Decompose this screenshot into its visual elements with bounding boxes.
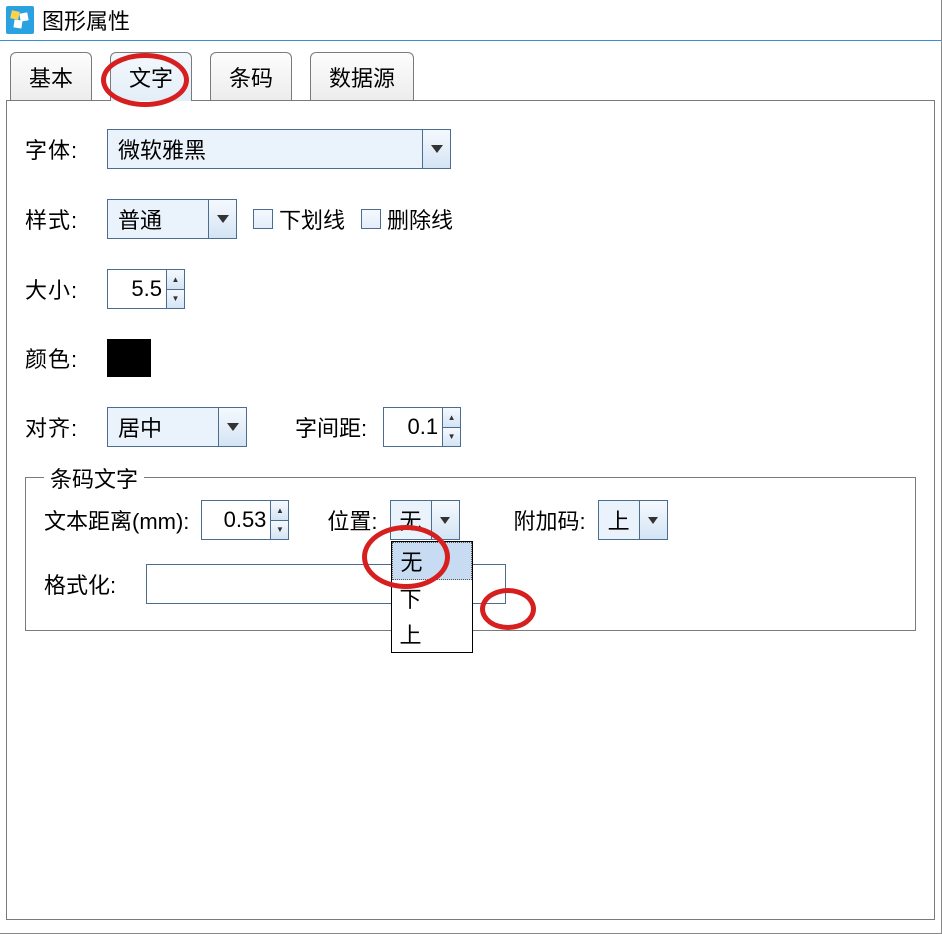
strikeout-label: 删除线	[387, 203, 453, 235]
addon-combo-value: 上	[599, 501, 639, 539]
text-distance-input[interactable]	[202, 501, 270, 539]
chevron-down-icon[interactable]	[431, 501, 459, 539]
spin-up-icon[interactable]: ▲	[271, 501, 288, 521]
align-label: 对齐:	[25, 411, 91, 443]
align-combo[interactable]: 居中	[107, 407, 247, 447]
size-spinner[interactable]: ▲ ▼	[107, 269, 185, 309]
addon-combo[interactable]: 上	[598, 500, 668, 540]
tab-bar: 基本 文字 条码 数据源	[10, 51, 935, 100]
style-label: 样式:	[25, 203, 91, 235]
checkbox-box	[361, 209, 381, 229]
text-distance-label: 文本距离(mm):	[44, 504, 189, 536]
chevron-down-icon[interactable]	[218, 408, 246, 446]
color-label: 颜色:	[25, 342, 91, 374]
position-option-none[interactable]: 无	[392, 542, 472, 580]
position-combo-value: 无	[391, 501, 431, 539]
font-label: 字体:	[25, 133, 91, 165]
tab-panel-text: 字体: 微软雅黑 样式: 普通 下划线 删	[6, 100, 935, 920]
style-combo-value: 普通	[108, 200, 208, 238]
checkbox-box	[253, 209, 273, 229]
spin-up-icon[interactable]: ▲	[443, 408, 460, 428]
group-legend: 条码文字	[44, 462, 144, 494]
size-input[interactable]	[108, 270, 166, 308]
underline-label: 下划线	[279, 203, 345, 235]
position-combo[interactable]: 无	[390, 500, 460, 540]
chevron-down-icon[interactable]	[422, 130, 450, 168]
font-combo-value: 微软雅黑	[108, 130, 422, 168]
spin-down-icon[interactable]: ▼	[271, 521, 288, 540]
position-label: 位置:	[327, 504, 377, 536]
tab-barcode[interactable]: 条码	[210, 52, 292, 101]
tab-basic[interactable]: 基本	[10, 52, 92, 101]
spin-down-icon[interactable]: ▼	[167, 290, 184, 309]
size-label: 大小:	[25, 273, 91, 305]
underline-checkbox[interactable]: 下划线	[253, 203, 345, 235]
strikeout-checkbox[interactable]: 删除线	[361, 203, 453, 235]
color-swatch[interactable]	[107, 339, 151, 377]
addon-label: 附加码:	[514, 504, 586, 536]
position-option-above[interactable]: 上	[392, 616, 472, 652]
titlebar: 图形属性	[0, 0, 941, 41]
app-icon	[6, 6, 34, 34]
spin-down-icon[interactable]: ▼	[443, 428, 460, 447]
char-spacing-spinner[interactable]: ▲ ▼	[383, 407, 461, 447]
chevron-down-icon[interactable]	[639, 501, 667, 539]
window-title: 图形属性	[42, 4, 130, 36]
text-distance-spinner[interactable]: ▲ ▼	[201, 500, 289, 540]
spin-up-icon[interactable]: ▲	[167, 270, 184, 290]
tab-datasource[interactable]: 数据源	[310, 52, 414, 101]
chevron-down-icon[interactable]	[208, 200, 236, 238]
font-combo[interactable]: 微软雅黑	[107, 129, 451, 169]
position-dropdown-list[interactable]: 无 下 上	[391, 541, 473, 653]
char-spacing-input[interactable]	[384, 408, 442, 446]
tab-text[interactable]: 文字	[110, 52, 192, 101]
char-spacing-label: 字间距:	[295, 411, 367, 443]
style-combo[interactable]: 普通	[107, 199, 237, 239]
align-combo-value: 居中	[108, 408, 218, 446]
position-option-below[interactable]: 下	[392, 580, 472, 616]
format-label: 格式化:	[44, 568, 134, 600]
